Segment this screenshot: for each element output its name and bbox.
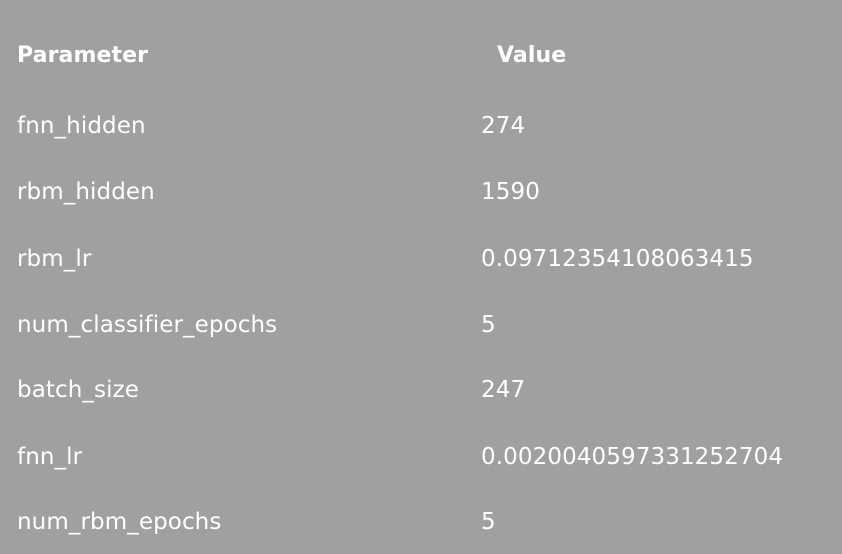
table-row: rbm_lr 0.09712354108063415 [0, 239, 842, 279]
parameter-value: 274 [481, 113, 526, 139]
parameter-value: 5 [481, 509, 496, 535]
parameter-name: fnn_hidden [17, 113, 146, 139]
table-row: batch_size 247 [0, 370, 842, 410]
parameter-name: batch_size [17, 377, 140, 403]
parameter-name: num_classifier_epochs [17, 312, 278, 338]
header-value: Value [497, 43, 567, 68]
parameter-value: 1590 [481, 179, 540, 205]
table-row: num_rbm_epochs 5 [0, 502, 842, 542]
parameter-name: rbm_lr [17, 246, 92, 272]
table-row: fnn_lr 0.0020040597331252704 [0, 437, 842, 477]
table-row: rbm_hidden 1590 [0, 172, 842, 212]
parameter-name: rbm_hidden [17, 179, 155, 205]
header-parameter: Parameter [17, 43, 149, 68]
parameter-table: Parameter Value fnn_hidden 274 rbm_hidde… [0, 0, 842, 554]
table-row: fnn_hidden 274 [0, 106, 842, 146]
parameter-value: 0.09712354108063415 [481, 246, 754, 272]
parameter-value: 0.0020040597331252704 [481, 444, 784, 470]
table-header-row: Parameter Value [0, 36, 842, 76]
parameter-name: fnn_lr [17, 444, 83, 470]
parameter-value: 5 [481, 312, 496, 338]
parameter-name: num_rbm_epochs [17, 509, 222, 535]
parameter-value: 247 [481, 377, 526, 403]
table-row: num_classifier_epochs 5 [0, 305, 842, 345]
